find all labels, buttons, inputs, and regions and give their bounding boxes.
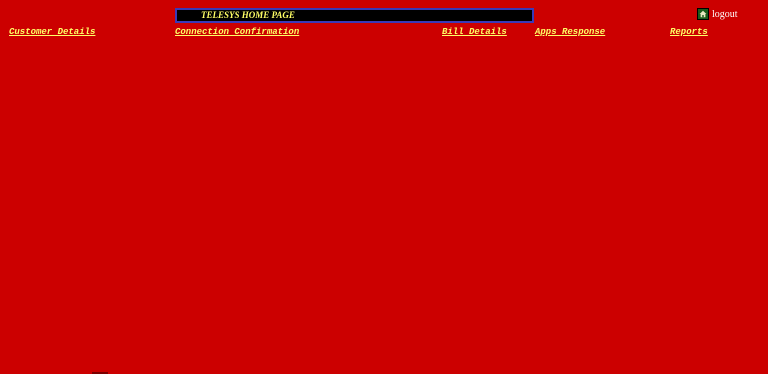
logout-link[interactable]: logout — [697, 8, 738, 20]
page-title: TELESYS HOME PAGE — [201, 10, 295, 20]
home-icon[interactable] — [697, 8, 709, 20]
nav-bill-details[interactable]: Bill Details — [442, 26, 507, 38]
nav-customer-details[interactable]: Customer Details — [9, 26, 95, 38]
page-title-bar: TELESYS HOME PAGE — [175, 8, 534, 23]
nav-reports[interactable]: Reports — [670, 26, 708, 38]
nav-connection-confirmation[interactable]: Connection Confirmation — [175, 26, 299, 38]
logout-label[interactable]: logout — [712, 9, 738, 20]
nav-apps-response[interactable]: Apps Response — [535, 26, 605, 38]
